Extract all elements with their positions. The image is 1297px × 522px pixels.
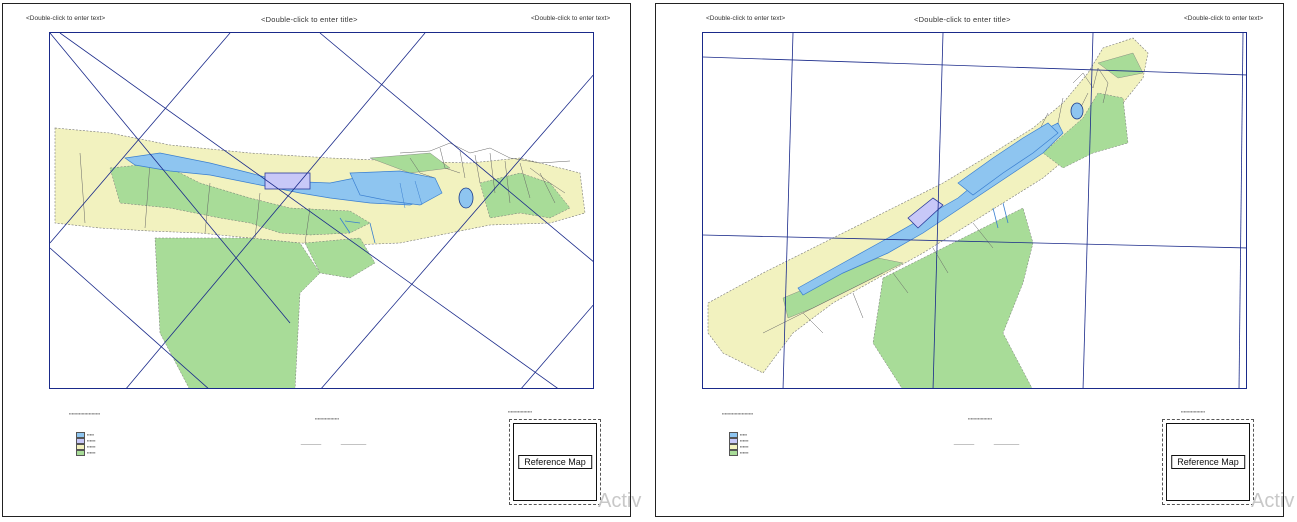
map-layout-page-left[interactable]: <Double-click to enter text> <Double-cli… [2,3,641,517]
map-canvas [703,33,1246,388]
reference-map-box[interactable]: Reference Map [509,419,601,505]
map-layout-page-right[interactable]: <Double-click to enter text> <Double-cli… [655,3,1294,517]
map-frame[interactable] [49,32,594,389]
legend-heading: ▪▪▪▪▪▪▪▪▪▪▪▪▪▪▪▪▪▪▪▪▪▪ [722,411,754,416]
reference-map-label: Reference Map [518,455,592,469]
legend-green-swatch [729,450,738,456]
reference-caption: ▪▪▪▪▪▪▪▪▪▪▪▪▪▪▪▪▪ [1181,409,1206,414]
reference-map-label: Reference Map [1171,455,1245,469]
map-title[interactable]: <Double-click to enter title> [914,15,1011,24]
header-left-text[interactable]: <Double-click to enter text> [706,15,785,22]
scale-text: ▪▪▪▪▪▪▪▪▪▪▪▪▪▪▪▪▪ [968,416,993,421]
header-left-text[interactable]: <Double-click to enter text> [26,15,105,22]
legend-green-swatch [76,450,85,456]
scale-bar [953,444,1020,445]
header-right-text[interactable]: <Double-click to enter text> [1184,15,1263,22]
header-right-text[interactable]: <Double-click to enter text> [531,15,610,22]
map-frame[interactable] [702,32,1247,389]
map-canvas [50,33,593,388]
map-title[interactable]: <Double-click to enter title> [261,15,358,24]
scale-bar [300,444,367,445]
reference-map-box[interactable]: Reference Map [1162,419,1254,505]
reference-caption: ▪▪▪▪▪▪▪▪▪▪▪▪▪▪▪▪▪ [508,409,533,414]
legend: ▪▪▪▪▪ ▪▪▪▪▪▪ ▪▪▪▪▪▪ ▪▪▪▪▪▪ [729,432,749,456]
activate-watermark: Activ [598,490,642,512]
scale-text: ▪▪▪▪▪▪▪▪▪▪▪▪▪▪▪▪▪ [315,416,340,421]
legend-heading: ▪▪▪▪▪▪▪▪▪▪▪▪▪▪▪▪▪▪▪▪▪▪ [69,411,101,416]
activate-watermark: Activ [1251,490,1295,512]
legend: ▪▪▪▪▪ ▪▪▪▪▪▪ ▪▪▪▪▪▪ ▪▪▪▪▪▪ [76,432,96,456]
